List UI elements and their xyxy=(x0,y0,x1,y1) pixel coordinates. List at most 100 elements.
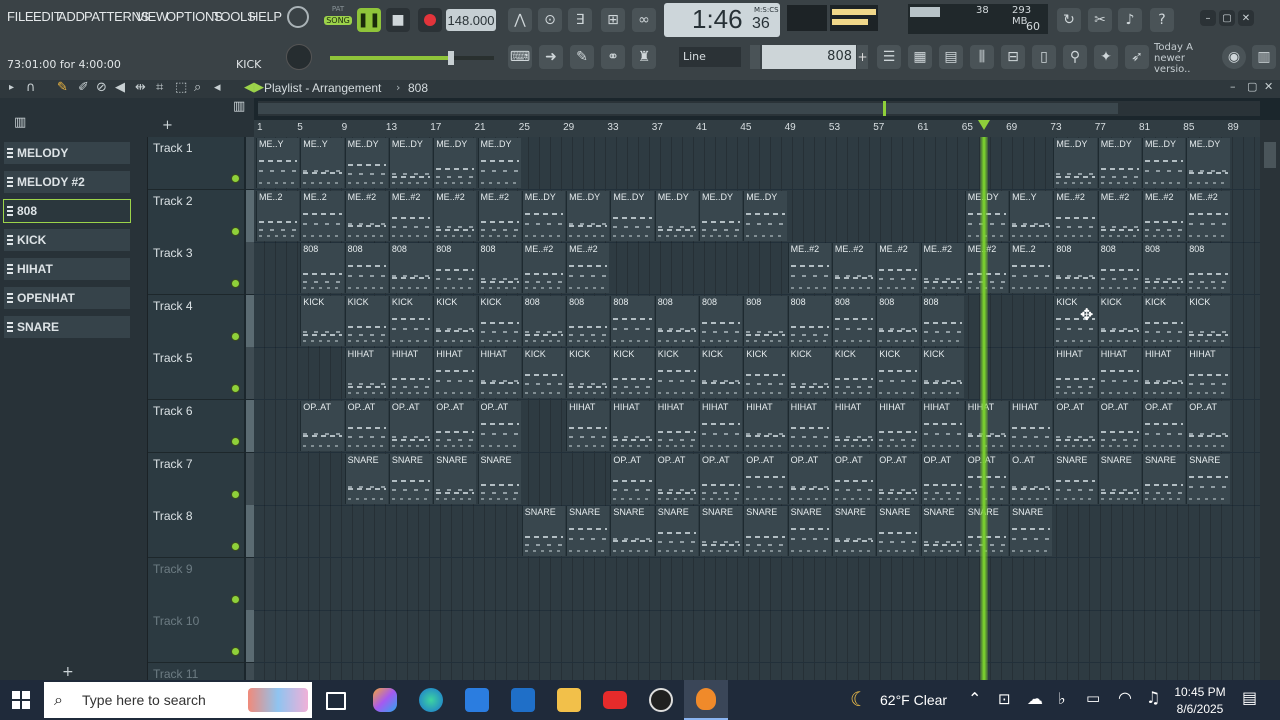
pattern-clip[interactable]: HIHAT xyxy=(699,401,743,451)
track-enable-led[interactable] xyxy=(231,174,240,183)
pattern-clip[interactable]: ME..DY xyxy=(388,138,433,188)
pattern-clip[interactable]: HIHAT xyxy=(344,348,388,399)
cut-tool-button[interactable]: ✂ xyxy=(1088,8,1112,32)
pattern-clip[interactable]: ME..DY xyxy=(1186,138,1230,188)
pattern-clip[interactable]: 808 xyxy=(344,243,388,294)
pattern-clip[interactable]: 808 xyxy=(388,243,433,294)
track-lane[interactable] xyxy=(254,557,1260,611)
pattern-clip[interactable]: HIHAT xyxy=(654,401,698,451)
pattern-clip[interactable]: SNARE xyxy=(876,506,920,557)
pattern-clip[interactable]: SNARE xyxy=(344,453,388,504)
mic-button[interactable]: ♪ xyxy=(1118,8,1142,32)
pattern-clip[interactable]: HIHAT xyxy=(831,401,876,451)
onedrive-icon[interactable]: ☁ xyxy=(1027,689,1043,708)
pattern-clip[interactable]: OP..AT xyxy=(920,453,964,504)
stop-button[interactable]: ■ xyxy=(386,8,410,32)
pattern-clip[interactable]: OP..AT xyxy=(876,453,920,504)
pattern-clip[interactable]: ME..#2 xyxy=(344,190,388,241)
pattern-clip[interactable]: KICK xyxy=(521,348,566,399)
weather-text[interactable]: 62°F Clear xyxy=(880,692,947,708)
pattern-clip[interactable]: KICK xyxy=(433,295,477,346)
menu-view[interactable]: VIEW xyxy=(136,9,168,24)
tool-button[interactable]: ➶ xyxy=(1125,45,1149,69)
pattern-clip[interactable]: ME..DY xyxy=(344,138,388,188)
pat-song-switch[interactable]: PAT SONG xyxy=(324,5,352,33)
add-pattern-button[interactable]: + xyxy=(857,45,868,69)
pattern-clip[interactable]: HIHAT xyxy=(787,401,831,451)
notification-icon[interactable]: ▤ xyxy=(1242,688,1257,707)
project-button[interactable]: ▯ xyxy=(1032,45,1056,69)
pattern-clip[interactable]: OP..AT xyxy=(787,453,831,504)
pattern-clip[interactable]: ME..Y xyxy=(300,138,344,188)
pattern-clip[interactable]: SNARE xyxy=(1097,453,1141,504)
pattern-clip[interactable]: KICK xyxy=(300,295,344,346)
pattern-clip[interactable]: OP..AT xyxy=(300,401,344,451)
add-pattern-plus-icon[interactable]: + xyxy=(62,664,74,680)
fl-studio-taskbar-button[interactable] xyxy=(684,680,728,720)
track-enable-led[interactable] xyxy=(231,542,240,552)
pattern-clip[interactable]: ME..2 xyxy=(1009,243,1053,294)
pattern-clip[interactable]: SNARE xyxy=(1053,453,1097,504)
track-header[interactable]: Track 7 xyxy=(148,452,244,506)
track-resize-handle[interactable] xyxy=(246,505,254,558)
zoom-tool-icon[interactable]: ⌕ xyxy=(194,80,201,95)
pattern-clip[interactable]: OP..AT xyxy=(477,401,521,451)
pattern-clip[interactable]: SNARE xyxy=(787,506,831,557)
pattern-clip[interactable]: ME..2 xyxy=(256,190,300,241)
pencil-tool-icon[interactable]: ✎ xyxy=(57,80,68,95)
pattern-clip[interactable]: ME..DY xyxy=(610,190,654,241)
track-resize-handle[interactable] xyxy=(246,242,254,295)
pattern-clip[interactable]: HIHAT xyxy=(1142,348,1186,399)
playlist-close-icon[interactable]: ✕ xyxy=(1264,80,1273,93)
playlist-maximize-icon[interactable]: ▢ xyxy=(1247,80,1257,93)
pattern-clip[interactable]: 808 xyxy=(787,295,831,346)
track-header[interactable]: Track 2 xyxy=(148,189,244,243)
pattern-clip[interactable]: KICK xyxy=(1142,295,1186,346)
pattern-clip[interactable]: 808 xyxy=(1097,243,1141,294)
pause-button[interactable]: ❚❚ xyxy=(357,8,381,32)
pattern-clip[interactable]: KICK xyxy=(831,348,876,399)
pattern-clip[interactable]: SNARE xyxy=(654,506,698,557)
pattern-clip[interactable]: HIHAT xyxy=(388,348,433,399)
task-view-icon[interactable] xyxy=(326,692,346,710)
pattern-clip[interactable]: 808 xyxy=(831,295,876,346)
pattern-clip[interactable]: ME..DY xyxy=(1097,138,1141,188)
track-enable-led[interactable] xyxy=(231,647,240,657)
pattern-clip[interactable]: ME..#2 xyxy=(1097,190,1141,241)
menu-file[interactable]: FILE xyxy=(7,9,34,24)
pattern-clip[interactable]: 808 xyxy=(566,295,610,346)
pattern-clip[interactable]: OP..AT xyxy=(433,401,477,451)
clock-dial[interactable] xyxy=(287,6,309,28)
track-resize-handle[interactable] xyxy=(246,189,254,242)
track-resize-handle[interactable] xyxy=(246,610,254,663)
pattern-clip[interactable]: 808 xyxy=(300,243,344,294)
pattern-clip[interactable]: ME..#2 xyxy=(521,243,566,294)
pattern-item-kick[interactable]: KICK xyxy=(4,229,130,251)
track-resize-handle[interactable] xyxy=(246,557,254,610)
online-button[interactable]: ◉ xyxy=(1222,45,1246,69)
track-resize-handle[interactable] xyxy=(246,294,254,347)
piano-keys-icon[interactable]: ▥ xyxy=(14,115,26,130)
menu-help[interactable]: HELP xyxy=(249,9,282,24)
pattern-clip[interactable]: HIHAT xyxy=(1053,348,1097,399)
pattern-selector[interactable]: 808 + xyxy=(750,45,868,69)
pattern-clip[interactable]: SNARE xyxy=(388,453,433,504)
track-resize-handle[interactable] xyxy=(246,347,254,400)
mixer-button[interactable]: ⫼ xyxy=(970,45,994,69)
pattern-clip[interactable]: ME..DY xyxy=(477,138,521,188)
track-enable-led[interactable] xyxy=(231,384,240,394)
track-header[interactable]: Track 4 xyxy=(148,294,244,348)
youtube-icon[interactable] xyxy=(603,691,627,709)
main-volume-knob[interactable] xyxy=(286,44,312,70)
meet-icon[interactable]: ⊡ xyxy=(998,690,1011,708)
close-button[interactable]: ✕ xyxy=(1238,10,1254,26)
pattern-clip[interactable]: ME..DY xyxy=(433,138,477,188)
pattern-view-icon[interactable]: ▥ xyxy=(233,99,245,114)
channel-rack-button[interactable]: ▤ xyxy=(939,45,963,69)
step-edit-button[interactable]: ⊞ xyxy=(601,8,625,32)
pattern-clip[interactable]: KICK xyxy=(388,295,433,346)
track-header[interactable]: Track 10 xyxy=(148,610,244,664)
pattern-clip[interactable]: OP..AT xyxy=(388,401,433,451)
pattern-clip[interactable]: KICK xyxy=(743,348,787,399)
menu-add[interactable]: ADD xyxy=(58,9,85,24)
